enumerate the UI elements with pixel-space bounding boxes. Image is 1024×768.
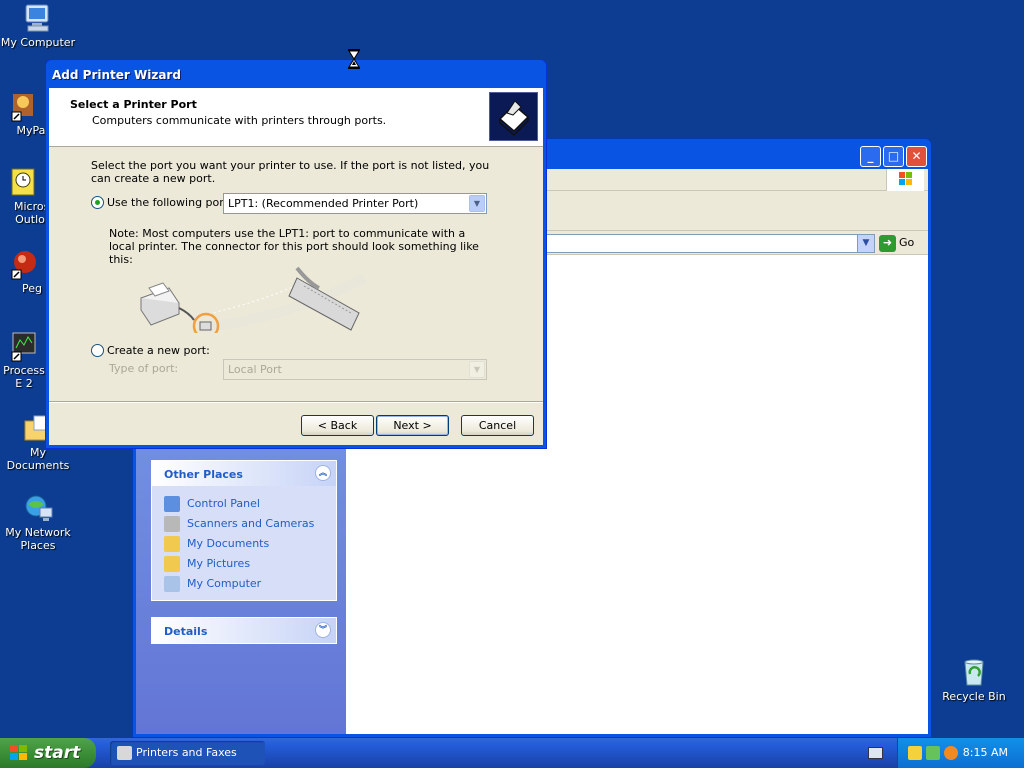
details-panel: Details ︾	[151, 617, 337, 644]
mypaint-shortcut-icon	[7, 90, 39, 122]
hourglass-cursor-icon	[347, 48, 361, 70]
expand-chevron-icon[interactable]: ︾	[315, 622, 331, 638]
other-places-control-panel[interactable]: Control Panel	[164, 494, 326, 514]
maximize-button[interactable]: □	[883, 146, 904, 167]
details-title: Details	[164, 625, 208, 638]
taskbar-item-label: Printers and Faxes	[136, 746, 237, 759]
chevron-down-icon[interactable]: ▼	[469, 195, 485, 212]
network-icon[interactable]	[926, 746, 940, 760]
desktop-icon-label: My Documents	[6, 446, 70, 472]
network-places-icon	[22, 492, 54, 524]
create-new-port-radio[interactable]	[91, 344, 104, 357]
wizard-header-title: Select a Printer Port	[70, 98, 197, 111]
desktop-icon-label: My Network Places	[5, 526, 71, 552]
recycle-bin-icon	[958, 656, 990, 688]
taskbar-item-printers-faxes[interactable]: Printers and Faxes	[110, 741, 265, 765]
details-header[interactable]: Details ︾	[152, 618, 336, 643]
port-select-value: LPT1: (Recommended Printer Port)	[228, 197, 419, 210]
system-tray: 8:15 AM	[897, 738, 1024, 768]
desktop-icon-label: Recycle Bin	[942, 690, 1006, 703]
pegasus-shortcut-icon	[7, 248, 39, 280]
wizard-header: Select a Printer Port Computers communic…	[49, 88, 543, 147]
go-arrow-icon: ➜	[879, 234, 896, 252]
computer-icon	[164, 576, 180, 592]
desktop-icon-label: Peg	[22, 282, 42, 295]
folder-pictures-icon	[164, 556, 180, 572]
desktop-icon-recycle-bin[interactable]: Recycle Bin	[936, 656, 1012, 703]
other-places-title: Other Places	[164, 468, 243, 481]
desktop-icon-my-computer[interactable]: My Computer	[0, 2, 76, 49]
other-places-header[interactable]: Other Places ︽	[152, 461, 336, 486]
printer-icon	[117, 746, 132, 760]
use-following-port-radio[interactable]	[91, 196, 104, 209]
desktop-icon-label: Process E 2	[3, 364, 45, 390]
port-select[interactable]: LPT1: (Recommended Printer Port) ▼	[223, 193, 487, 214]
desktop-icon-label: MyPa	[16, 124, 46, 137]
desktop-icon-outlook[interactable]: Micros Outlo	[0, 166, 46, 226]
use-following-port-label[interactable]: Use the following port:	[107, 196, 232, 209]
other-places-scanners-cameras[interactable]: Scanners and Cameras	[164, 514, 326, 534]
windows-flag-icon	[10, 745, 28, 761]
create-new-port-label[interactable]: Create a new port:	[107, 344, 210, 357]
back-button[interactable]: < Back	[301, 415, 374, 436]
other-places-my-documents[interactable]: My Documents	[164, 534, 326, 554]
desktop-icon-label: My Computer	[0, 36, 76, 49]
keyboard-icon[interactable]	[868, 747, 883, 759]
go-label: Go	[899, 236, 915, 249]
other-places-item-label: My Documents	[187, 537, 270, 550]
clock: 8:15 AM	[962, 746, 1008, 759]
dialog-title: Add Printer Wizard	[52, 68, 181, 82]
port-type-select-value: Local Port	[228, 363, 282, 376]
instruction-text: Select the port you want your printer to…	[91, 159, 490, 185]
other-places-panel: Other Places ︽ Control Panel Scanners an…	[151, 460, 337, 601]
button-separator	[49, 401, 543, 403]
search-icon[interactable]	[944, 746, 958, 760]
printer-icon	[489, 92, 538, 141]
desktop-icon-label: Micros Outlo	[14, 200, 46, 226]
other-places-item-label: My Computer	[187, 577, 262, 590]
outlook-shortcut-icon	[7, 166, 39, 198]
other-places-item-label: My Pictures	[187, 557, 251, 570]
computer-icon	[22, 2, 54, 34]
taskbar: start Printers and Faxes 8:15 AM	[0, 738, 1024, 768]
other-places-my-computer[interactable]: My Computer	[164, 574, 326, 594]
minimize-button[interactable]: _	[860, 146, 881, 167]
scanner-icon	[164, 516, 180, 532]
other-places-item-label: Control Panel	[187, 497, 260, 510]
other-places-my-pictures[interactable]: My Pictures	[164, 554, 326, 574]
folder-icon	[164, 536, 180, 552]
add-printer-wizard-dialog: Add Printer Wizard Select a Printer Port…	[45, 59, 547, 449]
desktop-icon-pegasus[interactable]: Peg	[0, 248, 46, 295]
start-label: start	[34, 743, 81, 763]
lpt-connector-illustration	[129, 258, 379, 340]
type-of-port-label: Type of port:	[109, 362, 179, 375]
cancel-button[interactable]: Cancel	[461, 415, 534, 436]
process-explorer-shortcut-icon	[7, 330, 39, 362]
go-button[interactable]: ➜ Go	[879, 234, 929, 253]
start-button[interactable]: start	[0, 738, 96, 768]
chevron-down-icon: ▼	[469, 361, 485, 378]
dialog-body: Select a Printer Port Computers communic…	[49, 88, 543, 445]
next-button[interactable]: Next >	[376, 415, 449, 436]
desktop-icon-process-explorer[interactable]: Process E 2	[0, 330, 46, 390]
other-places-item-label: Scanners and Cameras	[187, 517, 315, 530]
security-shield-icon[interactable]	[908, 746, 922, 760]
close-button[interactable]: ✕	[906, 146, 927, 167]
control-panel-icon	[164, 496, 180, 512]
collapse-chevron-icon[interactable]: ︽	[315, 465, 331, 481]
windows-logo-icon	[886, 169, 924, 191]
wizard-header-subtitle: Computers communicate with printers thro…	[92, 114, 387, 127]
chevron-down-icon[interactable]: ▼	[857, 235, 874, 252]
desktop-icon-network-places[interactable]: My Network Places	[0, 492, 76, 552]
port-type-select: Local Port ▼	[223, 359, 487, 380]
desktop-icon-mypaint[interactable]: MyPa	[0, 90, 46, 137]
